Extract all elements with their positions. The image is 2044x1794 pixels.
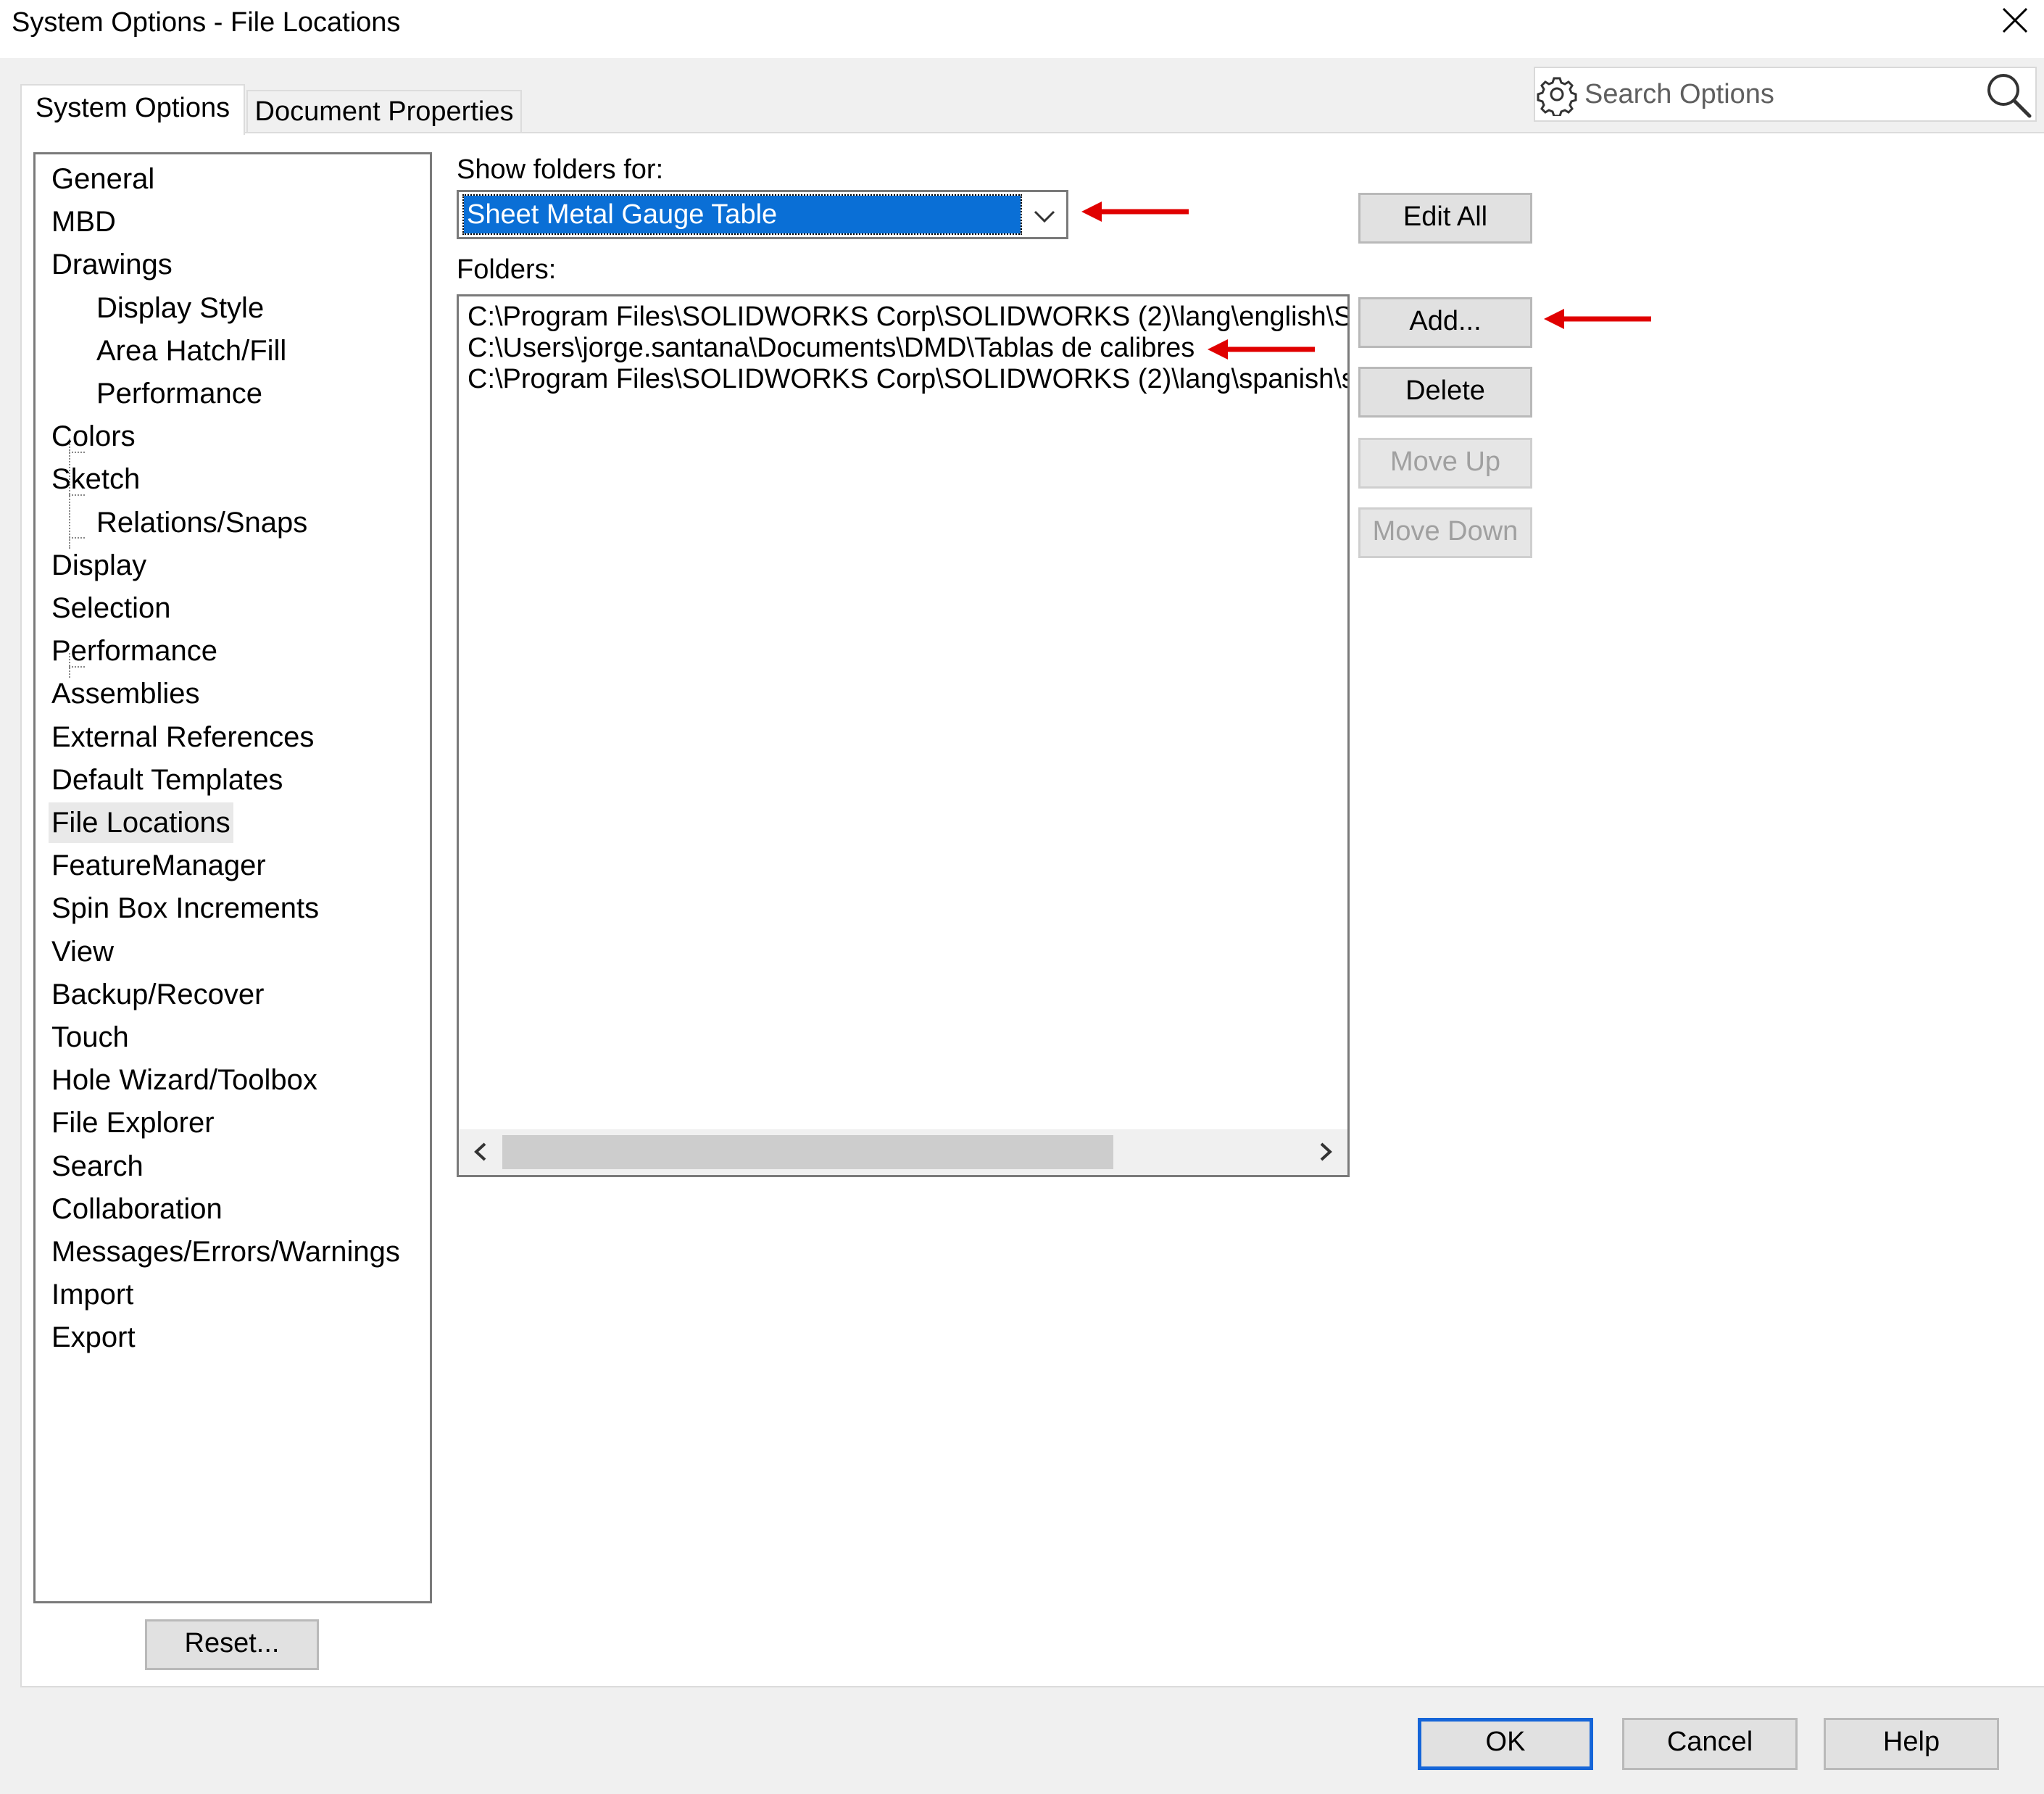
sidebar-item[interactable]: Colors [49, 416, 138, 457]
sidebar-item[interactable]: Touch [49, 1017, 132, 1058]
scrollbar-thumb[interactable] [502, 1135, 1113, 1169]
options-tree: General MBD Drawings Display Style Area Hatc… [33, 152, 432, 1603]
chevron-right-icon [1320, 1142, 1332, 1161]
close-button[interactable] [1986, 0, 2044, 43]
folders-label: Folders: [457, 254, 557, 285]
sidebar-item[interactable]: Display [49, 545, 149, 586]
folder-type-selected-value[interactable]: Sheet Metal Gauge Table [462, 194, 1022, 235]
scroll-right-button[interactable] [1304, 1129, 1347, 1175]
scroll-left-button[interactable] [459, 1129, 502, 1175]
show-folders-label: Show folders for: [457, 154, 664, 185]
sidebar-item[interactable]: Selection [49, 588, 174, 628]
close-icon [2002, 7, 2028, 33]
reset-button[interactable]: Reset... [145, 1619, 319, 1670]
sidebar-item[interactable]: Spin Box Increments [49, 888, 322, 929]
ok-button[interactable]: OK [1418, 1718, 1593, 1770]
delete-button[interactable]: Delete [1358, 367, 1532, 418]
sidebar-item[interactable]: Collaboration [49, 1189, 225, 1229]
list-item[interactable]: C:\Program Files\SOLIDWORKS Corp\SOLIDWO… [468, 363, 1347, 395]
move-down-button[interactable]: Move Down [1358, 507, 1532, 558]
annotation-arrow-icon [1544, 309, 1651, 329]
gear-icon[interactable] [1535, 72, 1579, 117]
sidebar-item[interactable]: File Explorer [49, 1102, 217, 1143]
sidebar-item[interactable]: Performance [94, 373, 265, 414]
sidebar-item[interactable]: Search [49, 1146, 146, 1187]
sidebar-item[interactable]: Drawings [49, 244, 175, 285]
sidebar-item[interactable]: Export [49, 1317, 138, 1358]
sidebar-item[interactable]: MBD [49, 202, 119, 242]
sidebar-item[interactable]: Hole Wizard/Toolbox [49, 1060, 320, 1100]
sidebar-item[interactable]: External References [49, 717, 317, 757]
sidebar-item[interactable]: FeatureManager [49, 845, 269, 886]
sidebar-item[interactable]: Assemblies [49, 673, 203, 714]
annotation-arrow-icon [1081, 202, 1189, 222]
cancel-button[interactable]: Cancel [1622, 1718, 1798, 1770]
sidebar-item[interactable]: Default Templates [49, 760, 286, 800]
add-button[interactable]: Add... [1358, 297, 1532, 348]
sidebar-item[interactable]: Import [49, 1274, 136, 1315]
list-item[interactable]: C:\Users\jorge.santana\Documents\DMD\Tab… [468, 332, 1195, 364]
tab-document-properties[interactable]: Document Properties [246, 90, 522, 132]
sidebar-item[interactable]: Area Hatch/Fill [94, 331, 289, 371]
sidebar-item[interactable]: Backup/Recover [49, 974, 267, 1015]
search-icon[interactable] [1983, 70, 2034, 120]
sidebar-item[interactable]: Messages/Errors/Warnings [49, 1232, 403, 1272]
sidebar-item[interactable]: Relations/Snaps [94, 502, 310, 543]
folders-list[interactable]: C:\Program Files\SOLIDWORKS Corp\SOLIDWO… [457, 294, 1350, 1177]
sidebar-item[interactable]: View [49, 931, 117, 972]
sidebar-item[interactable]: File Locations [49, 802, 233, 843]
chevron-down-icon[interactable] [1028, 202, 1061, 231]
window-title: System Options - File Locations [12, 7, 401, 38]
sidebar-item[interactable]: Display Style [94, 288, 267, 328]
sidebar-item[interactable]: Performance [49, 631, 220, 671]
search-placeholder: Search Options [1584, 79, 1774, 109]
annotation-arrow-icon [1208, 339, 1315, 360]
edit-all-button[interactable]: Edit All [1358, 193, 1532, 244]
move-up-button[interactable]: Move Up [1358, 438, 1532, 489]
sidebar-item[interactable]: General [49, 159, 157, 199]
list-item[interactable]: C:\Program Files\SOLIDWORKS Corp\SOLIDWO… [468, 301, 1347, 333]
help-button[interactable]: Help [1824, 1718, 1999, 1770]
sidebar-item[interactable]: Sketch [49, 459, 143, 499]
chevron-left-icon [474, 1142, 486, 1161]
tab-system-options[interactable]: System Options [20, 84, 245, 135]
